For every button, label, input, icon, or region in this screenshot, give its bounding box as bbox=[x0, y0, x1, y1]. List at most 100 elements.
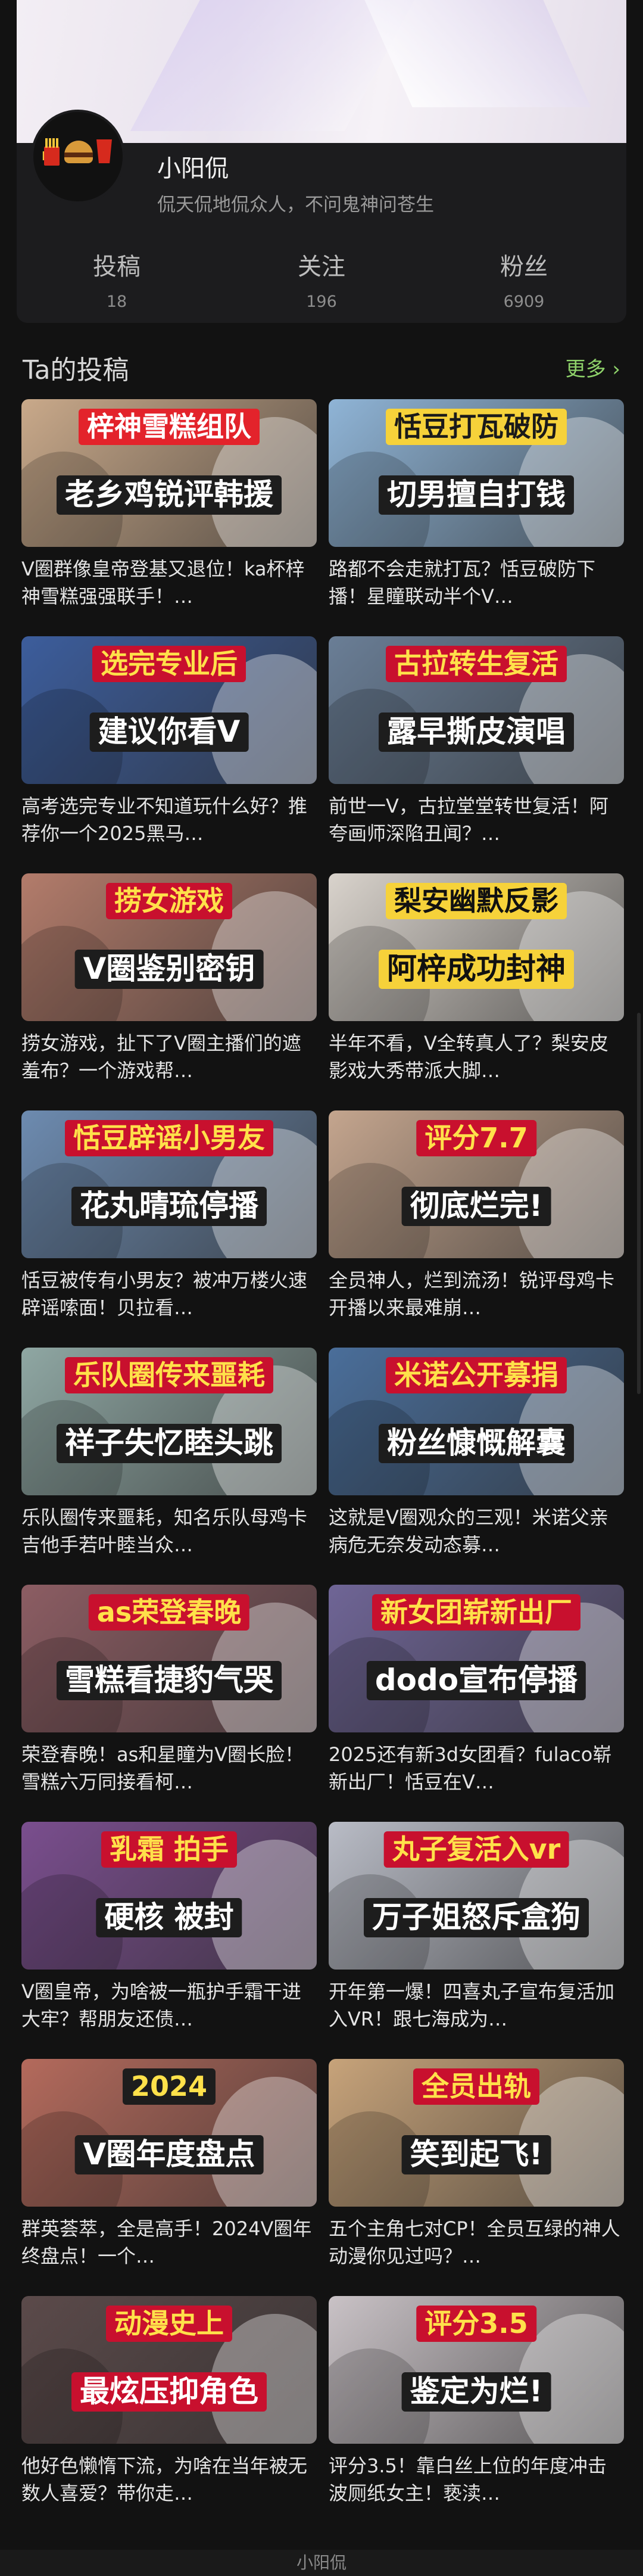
avatar[interactable]: M bbox=[31, 110, 125, 204]
video-card[interactable]: 恬豆辟谣小男友 花丸晴琉停播恬豆被传有小男友？被冲万楼火速辟谣嗦面！贝拉看… bbox=[21, 1110, 317, 1332]
video-card[interactable]: 乳霜 拍手硬核 被封 V圈皇帝，为啥被一瓶护手霜干进大牢？帮朋友还债… bbox=[21, 1822, 317, 2043]
thumbnail-caption-top: 恬豆打瓦破防 bbox=[386, 409, 567, 445]
scrollbar[interactable] bbox=[637, 1013, 641, 1394]
video-title[interactable]: 开年第一爆！四喜丸子宣布复活加入VR！跟七海成为… bbox=[329, 1978, 620, 2033]
video-title[interactable]: 群英荟萃，全是高手！2024V圈年终盘点！一个… bbox=[21, 2215, 313, 2270]
stat-posts[interactable]: 投稿 18 bbox=[51, 247, 182, 311]
thumbnail-caption-top: 梨安幽默反影 bbox=[386, 883, 567, 919]
stat-label: 投稿 bbox=[93, 253, 141, 281]
video-thumbnail[interactable]: 2024 V圈年度盘点 bbox=[21, 2059, 317, 2207]
profile-card: M 小阳侃 侃天侃地侃众人，不问鬼神问苍生 投稿 18 关注 196 粉丝 69… bbox=[17, 0, 626, 323]
video-card[interactable]: 捞女游戏 V圈鉴别密钥捞女游戏，扯下了V圈主播们的遮羞布？一个游戏帮… bbox=[21, 873, 317, 1095]
video-thumbnail[interactable]: 丸子复活入vr 万子姐怒斥盒狗 bbox=[329, 1822, 624, 1970]
thumbnail-caption-top: 乐队圈传来噩耗 bbox=[65, 1357, 273, 1393]
video-thumbnail[interactable]: 新女团崭新出厂 dodo宣布停播 bbox=[329, 1585, 624, 1732]
thumbnail-caption-bottom: 最炫压抑角色 bbox=[71, 2372, 267, 2412]
thumbnail-caption-bottom: 阿梓成功封神 bbox=[379, 950, 574, 989]
video-title[interactable]: 评分3.5！靠白丝上位的年度冲击波厕纸女主！亵渎… bbox=[329, 2452, 620, 2507]
thumbnail-caption-bottom: 万子姐怒斥盒狗 bbox=[364, 1898, 589, 1937]
video-thumbnail[interactable]: 米诺公开募捐 粉丝慷慨解囊 bbox=[329, 1348, 624, 1495]
video-title[interactable]: V圈皇帝，为啥被一瓶护手霜干进大牢？帮朋友还债… bbox=[21, 1978, 313, 2033]
stat-value: 196 bbox=[306, 293, 337, 311]
video-thumbnail[interactable]: 恬豆打瓦破防切男擅自打钱 bbox=[329, 399, 624, 547]
video-thumbnail[interactable]: 捞女游戏 V圈鉴别密钥 bbox=[21, 873, 317, 1021]
thumbnail-caption-bottom: 建议你看V bbox=[89, 713, 249, 752]
thumbnail-caption-top: 新女团崭新出厂 bbox=[372, 1594, 580, 1631]
video-title[interactable]: 乐队圈传来噩耗，知名乐队母鸡卡吉他手若叶睦当众… bbox=[21, 1504, 313, 1558]
video-title[interactable]: 半年不看，V全转真人了？梨安皮影戏大秀带派大脚… bbox=[329, 1029, 620, 1084]
video-thumbnail[interactable]: as荣登春晚 雪糕看捷豹气哭 bbox=[21, 1585, 317, 1732]
stat-value: 6909 bbox=[503, 293, 545, 311]
thumbnail-caption-top: 古拉转生复活 bbox=[386, 646, 567, 682]
video-card[interactable]: 2024 V圈年度盘点群英荟萃，全是高手！2024V圈年终盘点！一个… bbox=[21, 2059, 317, 2281]
video-title[interactable]: 捞女游戏，扯下了V圈主播们的遮羞布？一个游戏帮… bbox=[21, 1029, 313, 1084]
thumbnail-caption-top: 捞女游戏 bbox=[106, 883, 232, 919]
video-card[interactable]: 丸子复活入vr 万子姐怒斥盒狗开年第一爆！四喜丸子宣布复活加入VR！跟七海成为… bbox=[329, 1822, 624, 2043]
video-card[interactable]: 梓神雪糕组队老乡鸡锐评韩援 V圈群像皇帝登基又退位！ka杯梓神雪糕强强联手！… bbox=[21, 399, 317, 621]
thumbnail-caption-bottom: 鉴定为烂! bbox=[401, 2372, 551, 2412]
thumbnail-caption-bottom: 彻底烂完! bbox=[401, 1187, 551, 1226]
video-title[interactable]: 荣登春晚！as和星瞳为V圈长脸！雪糕六万同接看柯… bbox=[21, 1741, 313, 1796]
thumbnail-caption-top: 全员出轨 bbox=[413, 2068, 539, 2105]
video-card[interactable]: 评分7.7 彻底烂完! 全员神人，烂到流汤！锐评母鸡卡开播以来最难崩… bbox=[329, 1110, 624, 1332]
thumbnail-caption-top: as荣登春晚 bbox=[88, 1594, 250, 1631]
video-thumbnail[interactable]: 梓神雪糕组队老乡鸡锐评韩援 bbox=[21, 399, 317, 547]
video-title[interactable]: 五个主角七对CP！全员互绿的神人动漫你见过吗？… bbox=[329, 2215, 620, 2270]
video-thumbnail[interactable]: 全员出轨笑到起飞! bbox=[329, 2059, 624, 2207]
video-card[interactable]: 乐队圈传来噩耗 祥子失忆睦头跳乐队圈传来噩耗，知名乐队母鸡卡吉他手若叶睦当众… bbox=[21, 1348, 317, 1569]
thumbnail-caption-bottom: V圈鉴别密钥 bbox=[74, 950, 264, 989]
video-card[interactable]: 选完专业后 建议你看V 高考选完专业不知道玩什么好？推荐你一个2025黑马… bbox=[21, 636, 317, 858]
video-title[interactable]: 路都不会走就打瓦？恬豆破防下播！星瞳联动半个V… bbox=[329, 555, 620, 610]
username: 小阳侃 bbox=[157, 155, 229, 182]
thumbnail-caption-bottom: 老乡鸡锐评韩援 bbox=[57, 475, 282, 515]
thumbnail-caption-top: 丸子复活入vr bbox=[383, 1831, 569, 1868]
video-title[interactable]: 这就是V圈观众的三观！米诺父亲病危无奈发动态募… bbox=[329, 1504, 620, 1558]
video-card[interactable]: as荣登春晚 雪糕看捷豹气哭荣登春晚！as和星瞳为V圈长脸！雪糕六万同接看柯… bbox=[21, 1585, 317, 1806]
thumbnail-caption-bottom: 露早撕皮演唱 bbox=[379, 713, 574, 752]
thumbnail-caption-bottom: dodo宣布停播 bbox=[366, 1661, 586, 1700]
thumbnail-caption-top: 评分7.7 bbox=[416, 1120, 536, 1156]
video-card[interactable]: 评分3.5 鉴定为烂! 评分3.5！靠白丝上位的年度冲击波厕纸女主！亵渎… bbox=[329, 2296, 624, 2518]
video-thumbnail[interactable]: 乳霜 拍手硬核 被封 bbox=[21, 1822, 317, 1970]
thumbnail-caption-top: 米诺公开募捐 bbox=[386, 1357, 567, 1393]
video-card[interactable]: 全员出轨笑到起飞! 五个主角七对CP！全员互绿的神人动漫你见过吗？… bbox=[329, 2059, 624, 2281]
stat-label: 粉丝 bbox=[500, 253, 548, 281]
stat-following[interactable]: 关注 196 bbox=[256, 247, 387, 311]
video-thumbnail[interactable]: 梨安幽默反影 阿梓成功封神 bbox=[329, 873, 624, 1021]
more-link[interactable]: 更多 › bbox=[566, 353, 620, 382]
thumbnail-caption-bottom: 切男擅自打钱 bbox=[379, 475, 574, 515]
video-card[interactable]: 米诺公开募捐 粉丝慷慨解囊这就是V圈观众的三观！米诺父亲病危无奈发动态募… bbox=[329, 1348, 624, 1569]
video-card[interactable]: 梨安幽默反影 阿梓成功封神半年不看，V全转真人了？梨安皮影戏大秀带派大脚… bbox=[329, 873, 624, 1095]
video-title[interactable]: 高考选完专业不知道玩什么好？推荐你一个2025黑马… bbox=[21, 792, 313, 847]
thumbnail-caption-top: 乳霜 拍手 bbox=[101, 1831, 238, 1868]
video-title[interactable]: 2025还有新3d女团看？fulaco崭新出厂！恬豆在V… bbox=[329, 1741, 620, 1796]
video-title[interactable]: 他好色懒惰下流，为啥在当年被无数人喜爱？带你走… bbox=[21, 2452, 313, 2507]
thumbnail-caption-bottom: 粉丝慷慨解囊 bbox=[379, 1424, 574, 1463]
bio: 侃天侃地侃众人，不问鬼神问苍生 bbox=[157, 194, 434, 216]
video-card[interactable]: 新女团崭新出厂 dodo宣布停播 2025还有新3d女团看？fulaco崭新出厂！恬… bbox=[329, 1585, 624, 1806]
video-thumbnail[interactable]: 动漫史上最炫压抑角色 bbox=[21, 2296, 317, 2444]
video-title[interactable]: 前世一V，古拉堂堂转世复活！阿夸画师深陷丑闻？… bbox=[329, 792, 620, 847]
video-card[interactable]: 古拉转生复活 露早撕皮演唱前世一V，古拉堂堂转世复活！阿夸画师深陷丑闻？… bbox=[329, 636, 624, 858]
stat-followers[interactable]: 粉丝 6909 bbox=[458, 247, 589, 311]
video-title[interactable]: 恬豆被传有小男友？被冲万楼火速辟谣嗦面！贝拉看… bbox=[21, 1267, 313, 1321]
video-thumbnail[interactable]: 恬豆辟谣小男友 花丸晴琉停播 bbox=[21, 1110, 317, 1258]
video-thumbnail[interactable]: 评分3.5 鉴定为烂! bbox=[329, 2296, 624, 2444]
bottom-bar-label: 小阳侃 bbox=[296, 2553, 347, 2572]
video-thumbnail[interactable]: 乐队圈传来噩耗 祥子失忆睦头跳 bbox=[21, 1348, 317, 1495]
thumbnail-caption-bottom: 笑到起飞! bbox=[401, 2135, 551, 2174]
thumbnail-caption-bottom: V圈年度盘点 bbox=[74, 2135, 264, 2174]
video-title[interactable]: V圈群像皇帝登基又退位！ka杯梓神雪糕强强联手！… bbox=[21, 555, 313, 610]
thumbnail-caption-top: 恬豆辟谣小男友 bbox=[65, 1120, 273, 1156]
video-thumbnail[interactable]: 评分7.7 彻底烂完! bbox=[329, 1110, 624, 1258]
thumbnail-caption-top: 梓神雪糕组队 bbox=[79, 409, 260, 445]
cup-icon bbox=[96, 139, 112, 163]
video-card[interactable]: 恬豆打瓦破防切男擅自打钱路都不会走就打瓦？恬豆破防下播！星瞳联动半个V… bbox=[329, 399, 624, 621]
video-card[interactable]: 动漫史上最炫压抑角色他好色懒惰下流，为啥在当年被无数人喜爱？带你走… bbox=[21, 2296, 317, 2518]
video-thumbnail[interactable]: 古拉转生复活 露早撕皮演唱 bbox=[329, 636, 624, 784]
thumbnail-caption-bottom: 花丸晴琉停播 bbox=[71, 1187, 267, 1226]
video-title[interactable]: 全员神人，烂到流汤！锐评母鸡卡开播以来最难崩… bbox=[329, 1267, 620, 1321]
video-thumbnail[interactable]: 选完专业后 建议你看V bbox=[21, 636, 317, 784]
thumbnail-caption-top: 动漫史上 bbox=[106, 2306, 232, 2342]
thumbnail-caption-bottom: 硬核 被封 bbox=[96, 1898, 242, 1937]
